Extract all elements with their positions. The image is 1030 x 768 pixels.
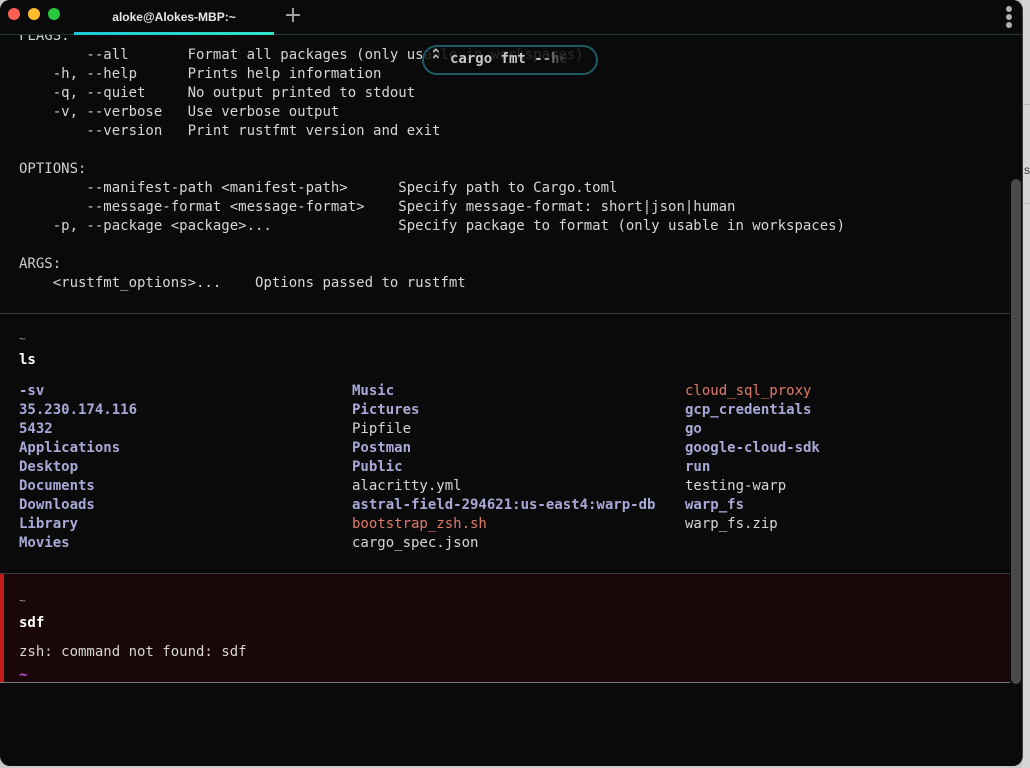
option-option: --manifest-path <manifest-path>	[19, 180, 399, 196]
tab-active[interactable]: aloke@Alokes-MBP:~	[74, 0, 274, 35]
plus-icon: +	[283, 3, 303, 28]
ls-entry-exec: cloud_sql_proxy	[685, 383, 812, 399]
ls-entry-dir: Downloads	[19, 497, 95, 513]
double-chevron-up-icon: ⌃ ⌃	[430, 47, 442, 69]
ls-entry-dir: Music	[352, 383, 395, 399]
flag-option: --version	[19, 123, 188, 139]
ls-entry-file: alacritty.yml	[352, 478, 462, 494]
ls-entry-dir: gcp_credentials	[685, 402, 812, 418]
terminal-window: aloke@Alokes-MBP:~ + FLAGS: --all Format…	[0, 0, 1023, 766]
arg-description: Options passed to rustfmt	[255, 275, 466, 291]
ls-entry-dir: -sv	[19, 383, 45, 399]
ls-entry-dir: Desktop	[19, 459, 79, 475]
title-bar: aloke@Alokes-MBP:~ +	[0, 0, 1022, 35]
history-search-pill[interactable]: ⌃ ⌃ cargo fmt --he	[422, 45, 598, 75]
flag-option: -h, --help	[19, 66, 188, 82]
error-block[interactable]: ~ sdf zsh: command not found: sdf	[0, 573, 1010, 683]
ls-entry-dir: Pictures	[352, 402, 420, 418]
block-cwd: ~	[19, 332, 26, 345]
ls-entry-dir: Movies	[19, 535, 70, 551]
flag-row: -h, --help Prints help information	[19, 65, 382, 84]
option-description: Specify message-format: short|json|human	[398, 199, 736, 215]
block-separator	[0, 313, 1010, 314]
ls-entry-dir: 5432	[19, 421, 53, 437]
ls-entry-dir: go	[685, 421, 702, 437]
tab-title: aloke@Alokes-MBP:~	[112, 10, 236, 24]
scrollbar-thumb[interactable]	[1011, 179, 1021, 684]
block-command: ls	[19, 352, 36, 368]
menu-button[interactable]	[1003, 6, 1015, 28]
flag-option: -q, --quiet	[19, 85, 188, 101]
history-suggestion-text: cargo fmt --he	[450, 51, 569, 67]
new-tab-button[interactable]: +	[283, 4, 303, 28]
terminal-content: FLAGS: --all Format all packages (only u…	[0, 35, 1010, 766]
ls-entry-dir: Postman	[352, 440, 412, 456]
dot-icon	[1006, 6, 1012, 12]
arg-option: <rustfmt_options>...	[19, 275, 256, 291]
flag-option: --all	[19, 47, 188, 63]
flag-description: Print rustfmt version and exit	[187, 123, 441, 139]
minimize-window-button[interactable]	[28, 8, 40, 20]
ls-entry-dir: astral-field-294621:us-east4:warp-db	[352, 497, 656, 513]
option-description: Specify package to format (only usable i…	[398, 218, 846, 234]
close-window-button[interactable]	[8, 8, 20, 20]
dot-icon	[1006, 22, 1012, 28]
ls-entry-dir: Public	[352, 459, 403, 475]
option-option: --message-format <message-format>	[19, 199, 399, 215]
option-description: Specify path to Cargo.toml	[398, 180, 618, 196]
ls-entry-dir: Library	[19, 516, 79, 532]
args-header: ARGS:	[19, 256, 62, 272]
desktop-partial-text: s	[1024, 163, 1030, 177]
dot-icon	[1006, 14, 1012, 20]
error-output: zsh: command not found: sdf	[19, 644, 247, 660]
arg-row: <rustfmt_options>... Options passed to r…	[19, 274, 466, 293]
flag-row: -v, --verbose Use verbose output	[19, 103, 340, 122]
ls-entry-file: Pipfile	[352, 421, 412, 437]
ls-entry-file: warp_fs.zip	[685, 516, 778, 532]
error-indicator-bar	[0, 574, 4, 682]
option-row: --manifest-path <manifest-path> Specify …	[19, 179, 617, 198]
ls-entry-dir: 35.230.174.116	[19, 402, 138, 418]
option-row: -p, --package <package>... Specify packa…	[19, 217, 845, 236]
desktop-background	[1022, 0, 1030, 768]
ls-entry-file: cargo_spec.json	[352, 535, 479, 551]
ls-entry-file: testing-warp	[685, 478, 787, 494]
block-command: sdf	[19, 615, 45, 631]
block-cwd: ~	[19, 594, 26, 607]
flag-description: No output printed to stdout	[187, 85, 416, 101]
flag-description: Prints help information	[187, 66, 382, 82]
ls-entry-dir: google-cloud-sdk	[685, 440, 820, 456]
options-header: OPTIONS:	[19, 161, 87, 177]
ls-entry-dir: Applications	[19, 440, 121, 456]
flag-row: -q, --quiet No output printed to stdout	[19, 84, 415, 103]
flag-row: --version Print rustfmt version and exit	[19, 122, 440, 141]
ls-entry-dir: run	[685, 459, 711, 475]
ls-entry-exec: bootstrap_zsh.sh	[352, 516, 487, 532]
ls-entry-dir: warp_fs	[685, 497, 745, 513]
flag-description: Use verbose output	[187, 104, 340, 120]
ls-entry-dir: Documents	[19, 478, 95, 494]
flags-header: FLAGS:	[19, 35, 70, 44]
flag-option: -v, --verbose	[19, 104, 188, 120]
option-option: -p, --package <package>...	[19, 218, 399, 234]
input-prompt[interactable]: ~	[19, 667, 27, 683]
option-row: --message-format <message-format> Specif…	[19, 198, 735, 217]
maximize-window-button[interactable]	[48, 8, 60, 20]
